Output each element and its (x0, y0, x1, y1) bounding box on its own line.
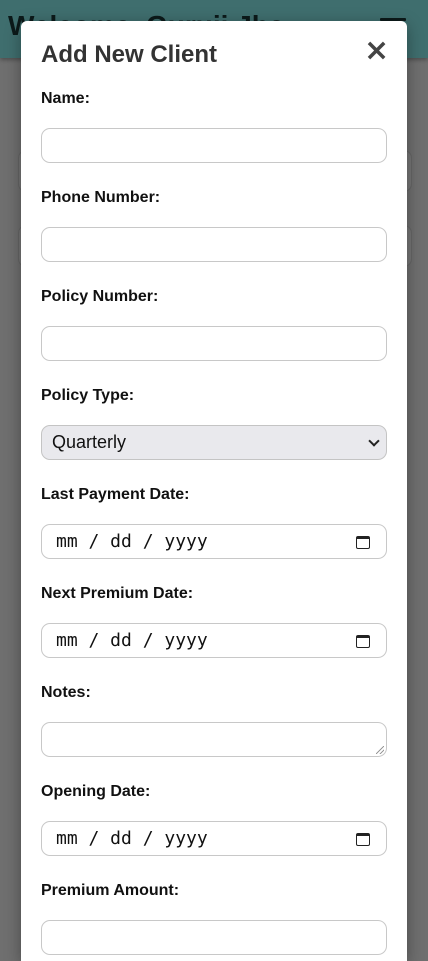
notes-field-group: Notes: (41, 684, 387, 757)
next-premium-field-group: Next Premium Date: mm / dd / yyyy (41, 585, 387, 658)
phone-input[interactable] (41, 227, 387, 262)
notes-label: Notes: (41, 684, 91, 701)
calendar-icon[interactable] (356, 833, 370, 846)
policy-number-label: Policy Number: (41, 288, 159, 305)
add-client-modal: Add New Client × Name: Phone Number: Pol… (21, 21, 407, 961)
policy-type-label: Policy Type: (41, 387, 135, 404)
name-label: Name: (41, 90, 90, 107)
policy-type-selected-value: Quarterly (52, 432, 127, 452)
last-payment-date-input[interactable]: mm / dd / yyyy (41, 524, 387, 559)
phone-label: Phone Number: (41, 189, 161, 206)
opening-date-field-group: Opening Date: mm / dd / yyyy (41, 783, 387, 856)
policy-number-input[interactable] (41, 326, 387, 361)
last-payment-label: Last Payment Date: (41, 486, 190, 503)
name-field-group: Name: (41, 90, 387, 163)
resize-handle-icon[interactable] (376, 746, 384, 754)
next-premium-label: Next Premium Date: (41, 585, 194, 602)
date-placeholder: mm / dd / yyyy (56, 828, 208, 849)
opening-date-input[interactable]: mm / dd / yyyy (41, 821, 387, 856)
modal-title: Add New Client (41, 41, 218, 68)
premium-amount-input[interactable] (41, 920, 387, 955)
policy-number-field-group: Policy Number: (41, 288, 387, 361)
chevron-down-icon (368, 435, 380, 447)
notes-textarea[interactable] (41, 722, 387, 757)
calendar-icon[interactable] (356, 536, 370, 549)
date-placeholder: mm / dd / yyyy (56, 531, 208, 552)
premium-amount-label: Premium Amount: (41, 882, 180, 899)
phone-field-group: Phone Number: (41, 189, 387, 262)
policy-type-field-group: Policy Type: Quarterly (41, 387, 387, 460)
close-icon[interactable]: × (364, 36, 389, 66)
policy-type-select[interactable]: Quarterly (41, 425, 387, 460)
opening-date-label: Opening Date: (41, 783, 151, 800)
next-premium-date-input[interactable]: mm / dd / yyyy (41, 623, 387, 658)
last-payment-field-group: Last Payment Date: mm / dd / yyyy (41, 486, 387, 559)
calendar-icon[interactable] (356, 635, 370, 648)
premium-amount-field-group: Premium Amount: (41, 882, 387, 955)
name-input[interactable] (41, 128, 387, 163)
date-placeholder: mm / dd / yyyy (56, 630, 208, 651)
